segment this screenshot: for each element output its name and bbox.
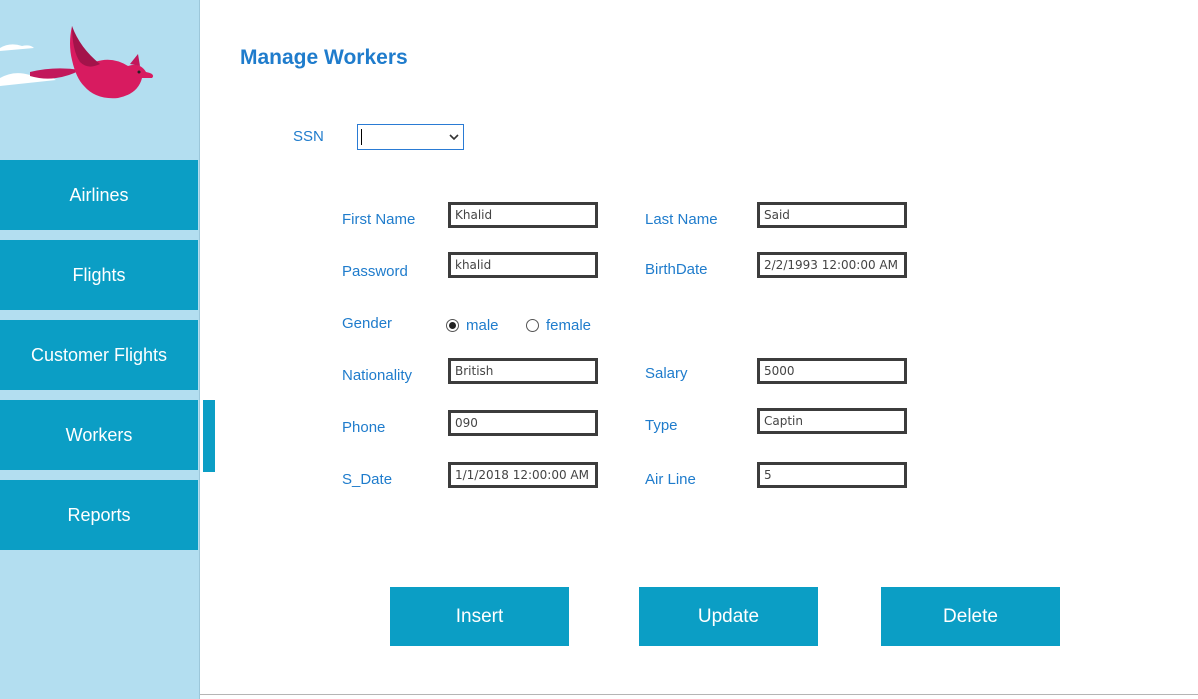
ssn-select[interactable] bbox=[357, 124, 464, 150]
page-title: Manage Workers bbox=[240, 46, 408, 69]
gender-label: Gender bbox=[342, 315, 393, 332]
gender-female-label: female bbox=[546, 317, 592, 334]
text-cursor bbox=[361, 129, 362, 145]
sidebar-item-airlines[interactable]: Airlines bbox=[0, 160, 198, 230]
salary-label: Salary bbox=[645, 365, 688, 382]
radio-unchecked-icon bbox=[526, 319, 539, 332]
sidebar-item-flights[interactable]: Flights bbox=[0, 240, 198, 310]
chevron-down-icon bbox=[449, 134, 459, 141]
phone-field[interactable]: 090 bbox=[448, 410, 598, 436]
type-label: Type bbox=[645, 417, 678, 434]
ssn-label: SSN bbox=[293, 128, 324, 145]
update-button[interactable]: Update bbox=[639, 587, 818, 646]
bottom-divider bbox=[200, 694, 1198, 695]
airline-field[interactable]: 5 bbox=[757, 462, 907, 488]
first-name-label: First Name bbox=[342, 211, 416, 228]
last-name-field[interactable]: Said bbox=[757, 202, 907, 228]
insert-button[interactable]: Insert bbox=[390, 587, 569, 646]
password-field[interactable]: khalid bbox=[448, 252, 598, 278]
radio-checked-icon bbox=[446, 319, 459, 332]
password-label: Password bbox=[342, 263, 408, 280]
sidebar: Airlines Flights Customer Flights Worker… bbox=[0, 0, 200, 699]
first-name-field[interactable]: Khalid bbox=[448, 202, 598, 228]
airline-label: Air Line bbox=[645, 471, 696, 488]
nationality-label: Nationality bbox=[342, 367, 413, 384]
birthdate-label: BirthDate bbox=[645, 261, 708, 278]
s-date-field[interactable]: 1/1/2018 12:00:00 AM bbox=[448, 462, 598, 488]
sidebar-item-workers[interactable]: Workers bbox=[0, 400, 198, 470]
gender-female-radio[interactable]: female bbox=[526, 317, 591, 334]
last-name-label: Last Name bbox=[645, 211, 718, 228]
active-nav-indicator bbox=[203, 400, 215, 472]
sidebar-item-customer-flights[interactable]: Customer Flights bbox=[0, 320, 198, 390]
gender-male-label: male bbox=[466, 317, 499, 334]
s-date-label: S_Date bbox=[342, 471, 393, 488]
phone-label: Phone bbox=[342, 419, 386, 436]
sidebar-item-reports[interactable]: Reports bbox=[0, 480, 198, 550]
bird-logo-icon bbox=[0, 26, 154, 99]
type-field[interactable]: Captin bbox=[757, 408, 907, 434]
delete-button[interactable]: Delete bbox=[881, 587, 1060, 646]
birthdate-field[interactable]: 2/2/1993 12:00:00 AM bbox=[757, 252, 907, 278]
gender-male-radio[interactable]: male bbox=[446, 317, 499, 334]
salary-field[interactable]: 5000 bbox=[757, 358, 907, 384]
nationality-field[interactable]: British bbox=[448, 358, 598, 384]
